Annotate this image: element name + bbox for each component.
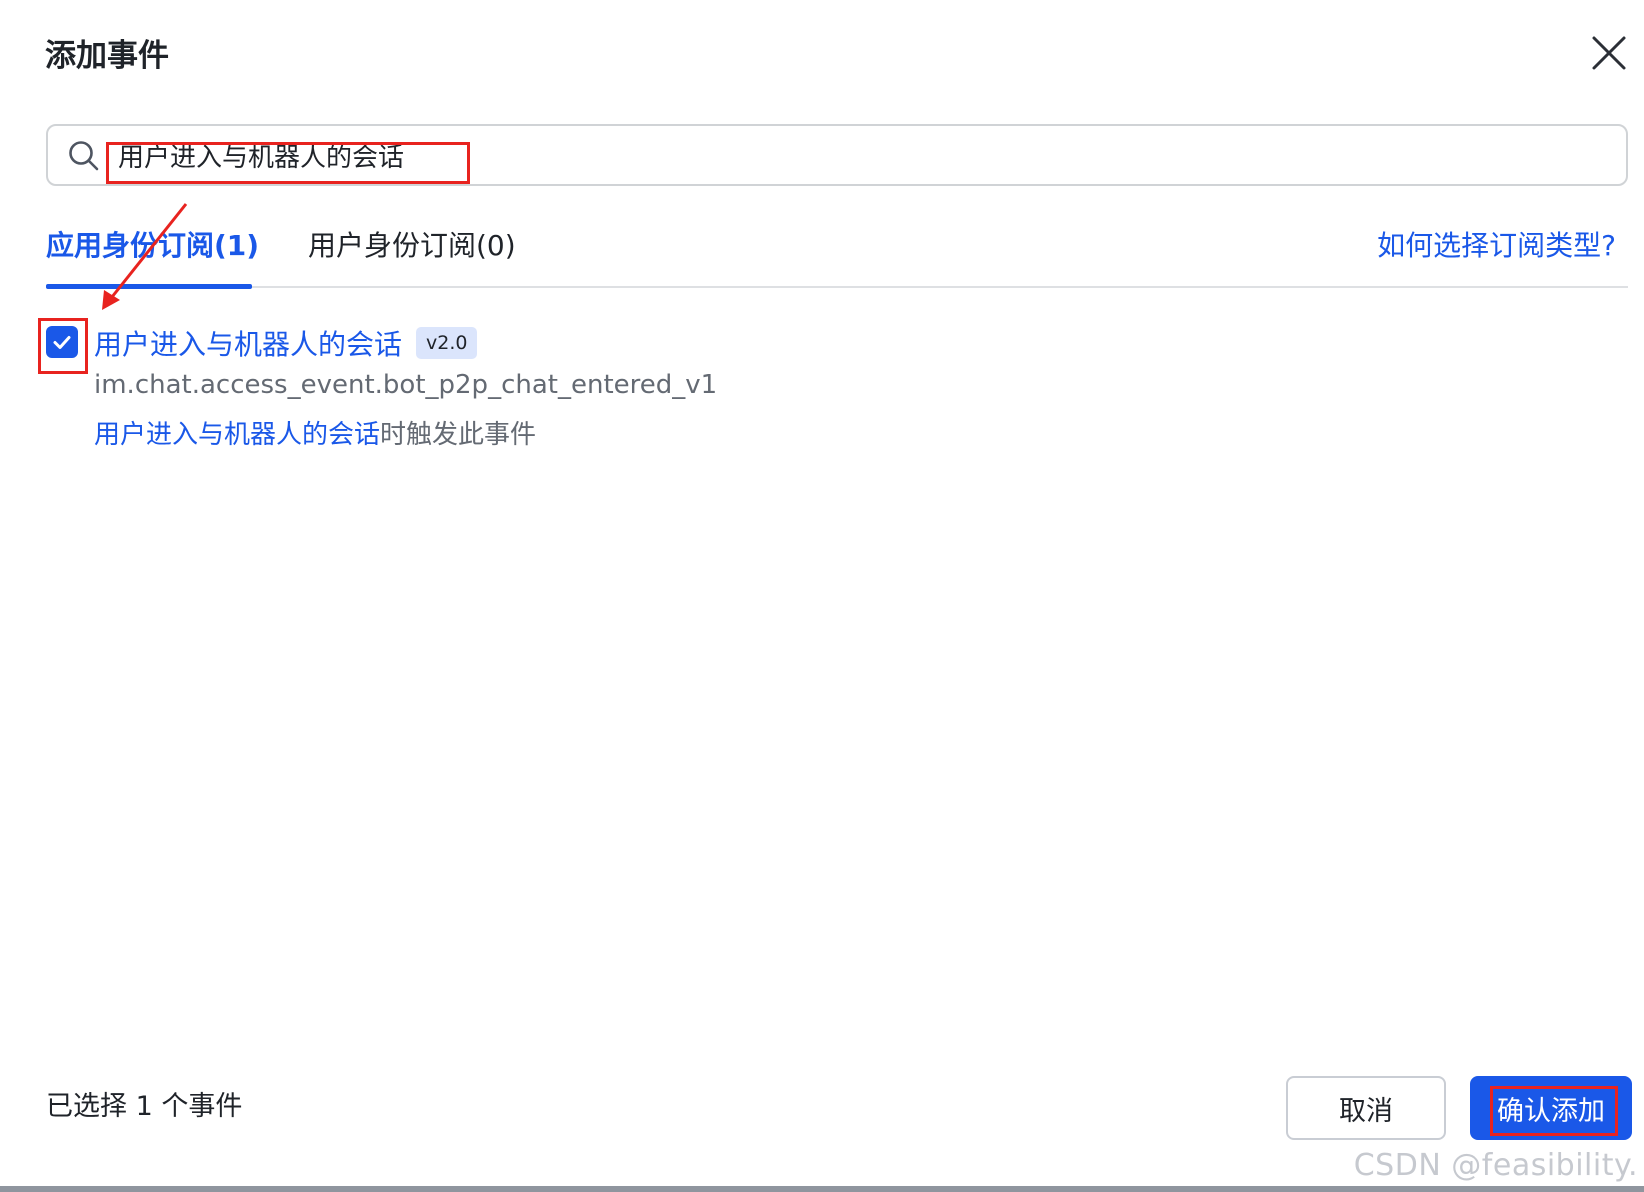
add-event-dialog: 添加事件 应用身份订阅(1) 用户身份订阅(0) 如何选择订阅类型? 用户进入与…: [0, 0, 1644, 1186]
search-box: [46, 124, 1628, 186]
search-icon: [68, 140, 100, 172]
watermark: CSDN @feasibility.: [1353, 1148, 1638, 1183]
cancel-button[interactable]: 取消: [1286, 1076, 1446, 1140]
event-name[interactable]: 用户进入与机器人的会话: [94, 323, 402, 363]
tab-user-identity[interactable]: 用户身份订阅(0): [308, 224, 516, 264]
event-key: im.chat.access_event.bot_p2p_chat_entere…: [94, 370, 718, 400]
close-icon[interactable]: [1590, 34, 1628, 72]
version-badge: v2.0: [416, 327, 478, 359]
search-input[interactable]: [116, 134, 1600, 176]
subscription-tabs: 应用身份订阅(1) 用户身份订阅(0) 如何选择订阅类型?: [46, 218, 1628, 289]
subscription-help-link[interactable]: 如何选择订阅类型?: [1377, 224, 1616, 264]
active-tab-indicator: [46, 284, 252, 289]
confirm-add-button[interactable]: 确认添加: [1470, 1076, 1632, 1140]
event-checkbox[interactable]: [46, 326, 78, 358]
event-description-highlight: 用户进入与机器人的会话: [94, 420, 381, 450]
event-description-rest: 时触发此事件: [380, 420, 537, 450]
check-icon: [46, 336, 78, 362]
window-bottom-edge: [0, 1186, 1644, 1192]
dialog-title: 添加事件: [45, 38, 169, 74]
selected-count: 已选择 1 个事件: [46, 1091, 243, 1122]
tab-app-identity[interactable]: 应用身份订阅(1): [46, 224, 259, 264]
event-description: 用户进入与机器人的会话时触发此事件: [94, 414, 536, 451]
